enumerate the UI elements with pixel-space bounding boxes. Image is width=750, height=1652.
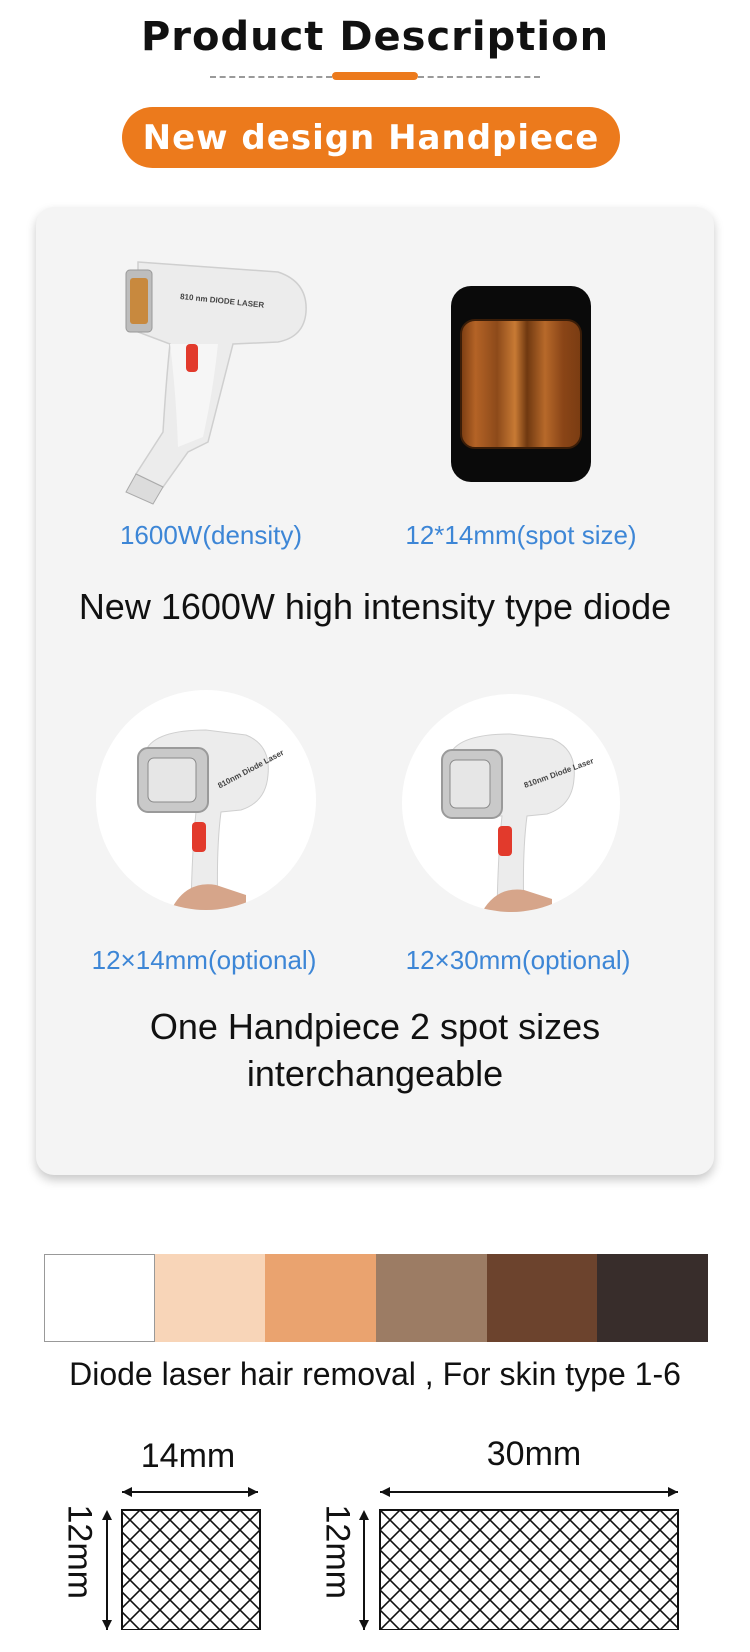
skin-type-caption: Diode laser hair removal , For skin type…	[69, 1356, 681, 1392]
small-spot-height-label: 12mm	[60, 1504, 99, 1599]
section-badge: New design Handpiece	[122, 107, 620, 168]
skin-swatch-type-6	[597, 1254, 709, 1342]
page-title: Product Description	[140, 14, 610, 60]
title-divider-left	[210, 76, 332, 78]
skin-swatch-type-2	[154, 1254, 266, 1342]
large-spot-height-label: 12mm	[318, 1504, 357, 1599]
title-divider-right	[418, 76, 540, 78]
interchangeable-caption-line2: interchangeable	[246, 1053, 504, 1094]
intensity-headline: New 1600W high intensity type diode	[78, 586, 672, 627]
interchangeable-caption-line1: One Handpiece 2 spot sizes	[149, 1006, 601, 1047]
title-divider-accent	[332, 72, 418, 80]
skin-swatch-type-5	[486, 1254, 598, 1342]
diode-handpiece-image: 810 nm DIODE LASER	[125, 261, 307, 505]
handpiece-12x30-image: 810nm Diode Laser	[402, 694, 620, 912]
large-spot-diagram	[359, 1487, 679, 1630]
skin-swatch-type-3	[265, 1254, 377, 1342]
skin-swatch-type-1	[44, 1254, 155, 1342]
optional-12x14-label: 12×14mm(optional)	[91, 945, 317, 975]
handpiece-12x14-image: 810nm Diode Laser	[96, 690, 316, 910]
density-label: 1600W(density)	[119, 520, 303, 550]
skin-swatch-type-4	[376, 1254, 487, 1342]
spot-size-label: 12*14mm(spot size)	[405, 520, 637, 550]
large-spot-width-label: 30mm	[486, 1435, 582, 1473]
optional-12x30-label: 12×30mm(optional)	[405, 945, 631, 975]
spot-window-image	[451, 286, 591, 482]
